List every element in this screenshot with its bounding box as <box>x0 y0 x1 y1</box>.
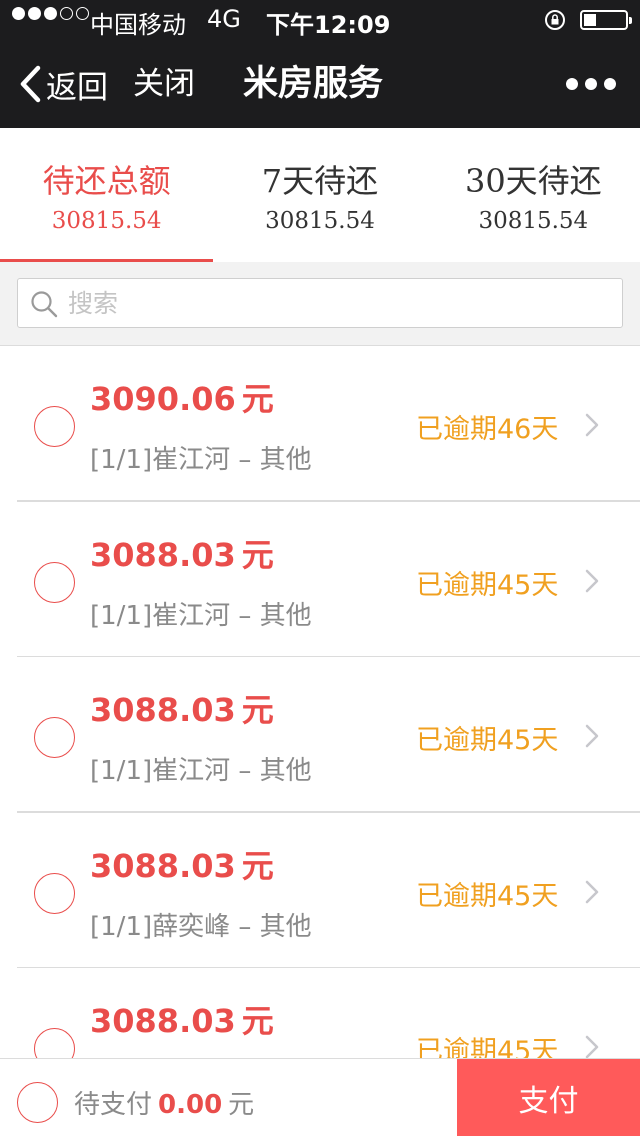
chevron-right-icon <box>585 724 599 748</box>
search-input[interactable] <box>68 284 608 322</box>
bill-description: [1/1]崔江河 – 其他 <box>90 756 312 786</box>
pending-payment-summary: 待支付 0.00 元 <box>74 1084 254 1121</box>
overdue-status: 已逾期45天 <box>416 880 559 912</box>
select-radio[interactable] <box>34 872 75 914</box>
bill-item[interactable]: 3088.03 元 已逾期45天 <box>0 968 640 1058</box>
bill-item[interactable]: 3088.03 元 [1/1]崔江河 – 其他 已逾期45天 <box>0 657 640 813</box>
status-time: 下午12:09 <box>266 11 391 39</box>
chevron-right-icon <box>585 1035 599 1058</box>
back-label: 返回 <box>46 69 108 106</box>
battery-icon <box>580 10 632 30</box>
search-bar <box>0 262 640 346</box>
bill-amount: 3088.03 元 <box>90 691 274 729</box>
bill-description: [1/1]崔江河 – 其他 <box>90 445 312 475</box>
overdue-status: 已逾期45天 <box>416 725 559 756</box>
pending-amount: 0.00 <box>158 1090 223 1120</box>
pending-unit: 元 <box>228 1090 255 1120</box>
more-menu-button[interactable] <box>566 76 616 92</box>
nav-bar: 返回 关闭 米房服务 <box>0 40 640 128</box>
search-icon <box>31 291 58 318</box>
overdue-status: 已逾期46天 <box>416 414 559 445</box>
bill-description: [1/1]薛奕峰 – 其他 <box>90 911 312 942</box>
payment-footer: 待支付 0.00 元 支付 <box>0 1058 640 1136</box>
more-dot-icon <box>604 78 616 90</box>
tab-30-days-due[interactable]: 30天待还 30815.54 <box>427 128 640 262</box>
bill-amount: 3090.06 元 <box>90 380 274 418</box>
carrier-name: 中国移动 <box>90 11 186 39</box>
bill-amount: 3088.03 元 <box>90 846 274 885</box>
more-dot-icon <box>585 78 597 90</box>
overdue-status: 已逾期45天 <box>416 569 559 601</box>
tab-label: 待还总额 <box>42 162 171 200</box>
tab-label: 7天待还 <box>261 162 379 200</box>
select-radio[interactable] <box>34 1028 75 1058</box>
page-title: 米房服务 <box>243 64 384 104</box>
chevron-left-icon <box>20 65 41 103</box>
tab-value: 30815.54 <box>51 208 162 234</box>
chevron-right-icon <box>585 413 599 437</box>
chevron-right-icon <box>585 880 599 903</box>
close-button[interactable]: 关闭 <box>133 62 195 106</box>
tab-value: 30815.54 <box>265 208 375 234</box>
select-radio[interactable] <box>34 406 75 447</box>
bill-description: [1/1]崔江河 – 其他 <box>90 600 312 631</box>
select-radio[interactable] <box>34 717 75 758</box>
rotation-lock-icon <box>545 10 565 30</box>
select-all-radio[interactable] <box>17 1082 58 1123</box>
chevron-right-icon <box>585 569 599 592</box>
pending-label: 待支付 <box>74 1090 153 1120</box>
back-button[interactable]: 返回 <box>18 62 108 106</box>
summary-tabs: 待还总额 30815.54 7天待还 30815.54 30天待还 30815.… <box>0 128 640 262</box>
network-type: 4G <box>207 5 241 33</box>
bill-amount: 3088.03 元 <box>90 1002 274 1040</box>
bill-item[interactable]: 3088.03 元 [1/1]崔江河 – 其他 已逾期45天 <box>0 502 640 657</box>
select-radio[interactable] <box>34 561 75 603</box>
bill-item[interactable]: 3088.03 元 [1/1]薛奕峰 – 其他 已逾期45天 <box>0 813 640 968</box>
pay-button[interactable]: 支付 <box>457 1059 640 1136</box>
tab-label: 30天待还 <box>464 162 602 200</box>
bill-amount: 3088.03 元 <box>90 535 274 574</box>
bill-list: 3090.06 元 [1/1]崔江河 – 其他 已逾期46天 3088.03 元 [… <box>0 346 640 1058</box>
signal-strength-icon <box>12 7 89 20</box>
screen: 中国移动 4G 下午12:09 返回 关闭 米房服务 待还总额 30815.54 <box>0 0 640 1136</box>
tab-total-due[interactable]: 待还总额 30815.54 <box>0 128 214 262</box>
bill-item[interactable]: 3090.06 元 [1/1]崔江河 – 其他 已逾期46天 <box>0 346 640 502</box>
more-dot-icon <box>566 78 578 90</box>
tab-7-days-due[interactable]: 7天待还 30815.54 <box>213 128 426 262</box>
tab-value: 30815.54 <box>478 208 589 234</box>
status-bar: 中国移动 4G 下午12:09 <box>0 0 640 40</box>
overdue-status: 已逾期45天 <box>416 1036 559 1058</box>
search-box[interactable] <box>17 278 623 328</box>
